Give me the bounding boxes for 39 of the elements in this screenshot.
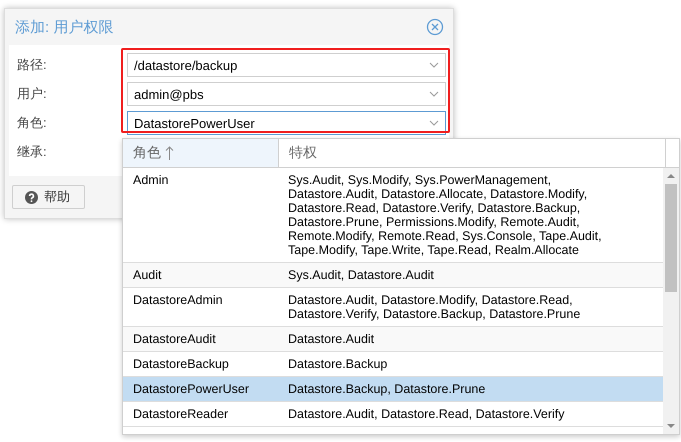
role-cell-text: DatastorePowerUser xyxy=(132,381,250,398)
chevron-down-icon xyxy=(429,120,439,126)
role-cell-text: DatastoreAdmin xyxy=(132,292,224,309)
role-cell-text: Audit xyxy=(132,267,162,284)
privileges-cell-text: Datastore.Audit xyxy=(287,331,376,348)
list-row[interactable]: DatastoreReader Datastore.Audit, Datastore.Read, Datastore.Verify xyxy=(123,402,663,427)
role-cell-text: DatastoreBackup xyxy=(132,356,230,373)
dropdown-field[interactable]: admin@pbs xyxy=(127,82,446,106)
privileges-cell-text: Sys.Audit, Sys.Modify, Sys.PowerManagement, Datastore.Audit, Datastore.Allocate, Datastore.Modify, Datastore.Read, Datastore.Verify, Datastore.Backup, Datastore.Prune, Permissions.Modify, Remote.Audit, Remote.Modify, Remote.Read, Sys.Console, Tape.Audit, Tape.Modify, Tape.Write, Tape.Read, Realm.Allocate xyxy=(287,172,603,259)
privileges-cell-text: Datastore.Backup, Datastore.Prune xyxy=(287,381,486,398)
list-row[interactable]: DatastoreAdmin Datastore.Audit, Datastore.Modify, Datastore.Read, Datastore.Verify, Datastore.Backup, Datastore.Prune xyxy=(123,288,663,327)
list-row[interactable]: DatastoreBackup Datastore.Backup xyxy=(123,352,663,377)
chevron-down-icon xyxy=(429,62,439,68)
sort-arrow-icon xyxy=(165,146,174,160)
scrollbar[interactable] xyxy=(663,168,679,434)
list-row[interactable]: Audit Sys.Audit, Datastore.Audit xyxy=(123,263,663,288)
help-icon xyxy=(25,190,38,204)
column-header[interactable]: 角色 xyxy=(123,139,279,167)
role-cell-text: DatastoreReader xyxy=(132,406,230,423)
list-row[interactable]: DatastoreAudit Datastore.Audit xyxy=(123,327,663,352)
role-cell-text: Admin xyxy=(132,172,170,189)
privileges-cell-text: Datastore.Backup xyxy=(287,356,388,373)
field-label: 用户: xyxy=(17,85,48,103)
dropdown-field[interactable]: /datastore/backup xyxy=(127,53,446,77)
help-button[interactable]: 帮助 xyxy=(12,185,85,209)
privileges-cell-text: Datastore.Audit, Datastore.Read, Datastore.Verify xyxy=(287,406,566,423)
privileges-cell-text: Sys.Audit, Datastore.Audit xyxy=(287,267,435,284)
list-row[interactable] xyxy=(123,168,663,263)
close-icon[interactable] xyxy=(426,18,444,36)
field-label: 路径: xyxy=(17,56,48,74)
dialog-title: 添加: 用户权限 xyxy=(15,18,114,36)
field-label: 继承: xyxy=(17,143,48,161)
role-cell-text: DatastoreAudit xyxy=(132,331,217,348)
field-label: 角色: xyxy=(17,114,48,132)
column-header[interactable]: 特权 xyxy=(279,139,666,167)
privileges-cell-text: Datastore.Audit, Datastore.Modify, Datastore.Read, Datastore.Verify, Datastore.Backup, Datastore.Prune xyxy=(287,292,582,323)
chevron-down-icon xyxy=(429,91,439,97)
dropdown-field[interactable]: DatastorePowerUser xyxy=(127,111,446,135)
list-row[interactable]: DatastorePowerUser Datastore.Backup, Datastore.Prune xyxy=(123,377,663,402)
